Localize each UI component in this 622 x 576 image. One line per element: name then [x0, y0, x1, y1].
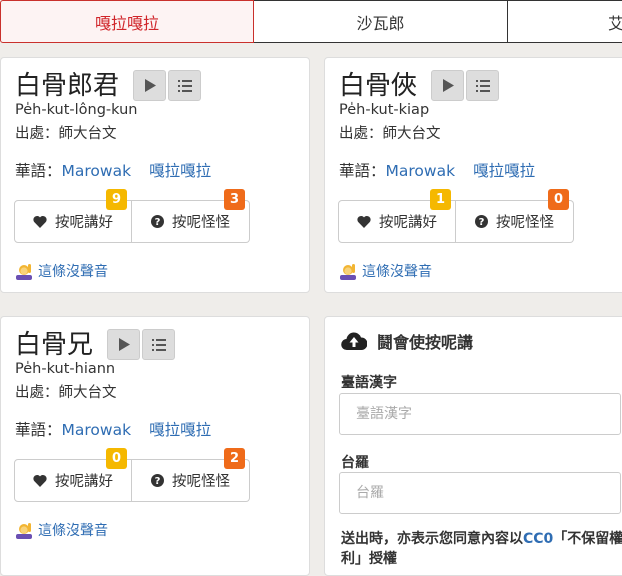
- report-link[interactable]: 這條沒聲音: [38, 261, 108, 281]
- odd-button[interactable]: ? 按呢怪怪 2: [132, 448, 250, 502]
- tab-shawalang[interactable]: 沙瓦郎: [254, 0, 508, 43]
- vote-group: 按呢講好 1 ? 按呢怪怪 0: [338, 189, 574, 243]
- tab-ai[interactable]: 艾: [508, 0, 622, 43]
- report-link[interactable]: 這條沒聲音: [38, 520, 108, 540]
- list-icon: [177, 79, 192, 92]
- report-link[interactable]: 這條沒聲音: [362, 261, 432, 281]
- huayu-label: 華語：: [15, 162, 62, 180]
- huayu-label: 華語：: [15, 421, 62, 439]
- word-card: 白骨郎君 Pe̍h-kut-lông-kun 出處：師大台文 華語：Marowa…: [0, 57, 310, 293]
- list-icon: [475, 79, 490, 92]
- odd-count-badge: 0: [548, 189, 569, 210]
- huayu-row: 華語：Marowak 嘎拉嘎拉: [15, 418, 211, 440]
- roman-label: 台羅: [341, 455, 369, 471]
- like-count-badge: 0: [106, 448, 127, 469]
- list-button[interactable]: [142, 329, 176, 360]
- odd-button[interactable]: ? 按呢怪怪 0: [456, 189, 574, 243]
- odd-label: 按呢怪怪: [496, 215, 554, 231]
- word-title: 白骨兄: [15, 329, 94, 360]
- play-icon: [144, 79, 156, 92]
- like-label: 按呢講好: [55, 215, 113, 231]
- huayu-link-galagala[interactable]: 嘎拉嘎拉: [149, 421, 211, 439]
- romanization: Pe̍h-kut-hiann: [15, 361, 116, 377]
- form-title-text: 鬪會使按呢講: [377, 333, 474, 352]
- svg-text:?: ?: [479, 217, 485, 228]
- huayu-row: 華語：Marowak 嘎拉嘎拉: [339, 159, 535, 181]
- romanization: Pe̍h-kut-lông-kun: [15, 102, 138, 118]
- huayu-link-marowak[interactable]: Marowak: [386, 162, 456, 180]
- play-button[interactable]: [107, 329, 141, 360]
- huayu-label: 華語：: [339, 162, 386, 180]
- word-card: 白骨俠 Pe̍h-kut-kiap 出處：師大台文 華語：Marowak 嘎拉嘎拉…: [324, 57, 622, 293]
- report-no-audio: 這條沒聲音: [15, 261, 108, 281]
- person-raising-hand-icon: [16, 522, 32, 539]
- like-label: 按呢講好: [379, 215, 437, 231]
- form-title: 鬪會使按呢講: [341, 329, 473, 353]
- license-note-prefix: 送出時，亦表示您同意內容以: [341, 531, 523, 547]
- question-circle-icon: ?: [475, 215, 488, 228]
- tab-galagala[interactable]: 嘎拉嘎拉: [0, 0, 254, 43]
- svg-text:?: ?: [155, 476, 161, 487]
- huayu-link-marowak[interactable]: Marowak: [62, 162, 132, 180]
- word-title: 白骨俠: [339, 70, 418, 101]
- heart-icon: [33, 215, 47, 228]
- vote-group: 按呢講好 0 ? 按呢怪怪 2: [14, 448, 250, 502]
- heart-icon: [357, 215, 371, 228]
- person-raising-hand-icon: [16, 263, 32, 280]
- word-title: 白骨郎君: [15, 70, 120, 101]
- roman-input[interactable]: [339, 472, 621, 514]
- huayu-link-marowak[interactable]: Marowak: [62, 421, 132, 439]
- suggest-form-card: 鬪會使按呢講 臺語漢字 台羅 送出時，亦表示您同意內容以CC0「不保留權利」授權: [324, 316, 622, 576]
- heart-icon: [33, 474, 47, 487]
- report-no-audio: 這條沒聲音: [15, 520, 108, 540]
- like-count-badge: 9: [106, 189, 127, 210]
- source: 出處：師大台文: [15, 126, 117, 142]
- play-button[interactable]: [431, 70, 465, 101]
- license-note: 送出時，亦表示您同意內容以CC0「不保留權利」授權: [341, 529, 622, 569]
- like-button[interactable]: 按呢講好 9: [14, 189, 132, 243]
- huayu-link-galagala[interactable]: 嘎拉嘎拉: [149, 162, 211, 180]
- huayu-link-galagala[interactable]: 嘎拉嘎拉: [473, 162, 535, 180]
- word-card: 白骨兄 Pe̍h-kut-hiann 出處：師大台文 華語：Marowak 嘎拉嘎…: [0, 316, 310, 576]
- vote-group: 按呢講好 9 ? 按呢怪怪 3: [14, 189, 250, 243]
- report-no-audio: 這條沒聲音: [339, 261, 432, 281]
- cloud-upload-icon: [341, 332, 367, 351]
- tab-bar: 嘎拉嘎拉 沙瓦郎 艾: [0, 0, 622, 43]
- like-label: 按呢講好: [55, 474, 113, 490]
- question-circle-icon: ?: [151, 215, 164, 228]
- question-circle-icon: ?: [151, 474, 164, 487]
- romanization: Pe̍h-kut-kiap: [339, 102, 430, 118]
- like-button[interactable]: 按呢講好 1: [338, 189, 456, 243]
- play-button[interactable]: [133, 70, 167, 101]
- cc0-link[interactable]: CC0: [523, 531, 553, 547]
- svg-text:?: ?: [155, 217, 161, 228]
- source: 出處：師大台文: [15, 385, 117, 401]
- list-button[interactable]: [466, 70, 500, 101]
- like-count-badge: 1: [430, 189, 451, 210]
- source: 出處：師大台文: [339, 126, 441, 142]
- play-icon: [118, 338, 130, 351]
- like-button[interactable]: 按呢講好 0: [14, 448, 132, 502]
- huayu-row: 華語：Marowak 嘎拉嘎拉: [15, 159, 211, 181]
- hanzi-input[interactable]: [339, 393, 621, 435]
- person-raising-hand-icon: [340, 263, 356, 280]
- odd-count-badge: 3: [224, 189, 245, 210]
- odd-label: 按呢怪怪: [172, 474, 230, 490]
- odd-label: 按呢怪怪: [172, 215, 230, 231]
- hanzi-label: 臺語漢字: [341, 375, 397, 391]
- odd-button[interactable]: ? 按呢怪怪 3: [132, 189, 250, 243]
- play-icon: [442, 79, 454, 92]
- list-button[interactable]: [168, 70, 202, 101]
- list-icon: [151, 338, 166, 351]
- odd-count-badge: 2: [224, 448, 245, 469]
